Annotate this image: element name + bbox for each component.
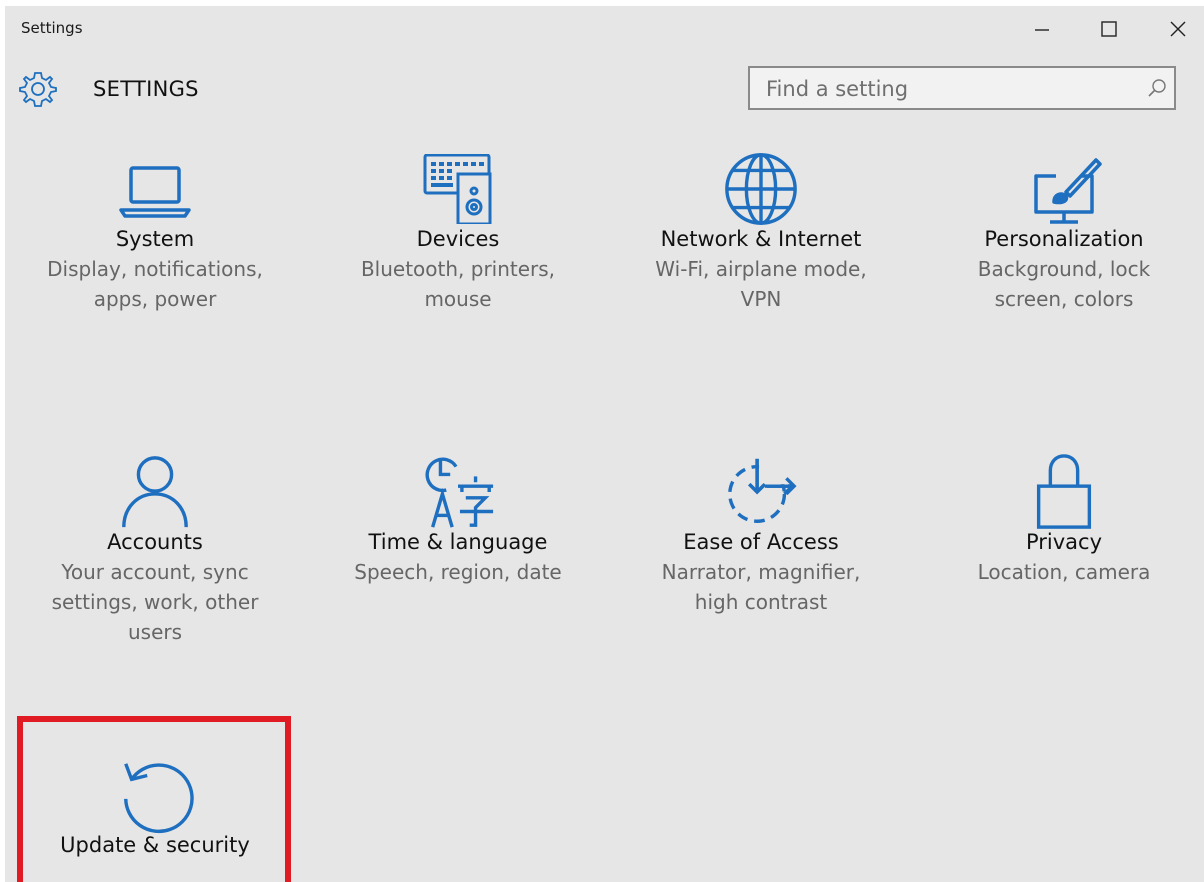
- maximize-icon: [1101, 21, 1117, 37]
- gear-icon: [19, 72, 57, 107]
- tile-title: Devices: [416, 227, 500, 251]
- tile-description: Narrator, magnifier, high contrast: [661, 560, 861, 614]
- tile-title: Personalization: [984, 227, 1144, 251]
- settings-window: Settings SETTINGS Find a setting System …: [5, 6, 1204, 882]
- person-icon: [122, 456, 188, 528]
- tile-devices[interactable]: Devices Bluetooth, printers, mouse: [318, 154, 598, 314]
- title-bar[interactable]: Settings: [5, 6, 1204, 52]
- tile-title: Accounts: [107, 530, 203, 554]
- settings-header: SETTINGS: [5, 62, 1204, 118]
- close-icon: [1170, 21, 1186, 37]
- tile-description: Location, camera: [977, 560, 1151, 584]
- close-button[interactable]: [1155, 6, 1201, 52]
- tile-time-language[interactable]: Time & language Speech, region, date: [318, 457, 598, 587]
- tile-description: Wi-Fi, airplane mode, VPN: [655, 257, 867, 311]
- globe-icon: [725, 153, 797, 225]
- personalization-icon: [1034, 158, 1102, 224]
- minimize-icon: [1035, 29, 1049, 31]
- search-box[interactable]: [748, 66, 1176, 110]
- tile-description: Your account, sync settings, work, other…: [51, 560, 259, 644]
- tile-description: Display, notifications, apps, power: [47, 257, 263, 311]
- lock-icon: [1036, 454, 1092, 529]
- tile-title: Privacy: [1025, 530, 1103, 554]
- tile-network[interactable]: Network & Internet Wi-Fi, airplane mode,…: [621, 153, 901, 314]
- tile-accounts[interactable]: Accounts Your account, sync settings, wo…: [15, 456, 295, 647]
- tile-title: Ease of Access: [683, 530, 839, 554]
- tile-title: System: [115, 227, 195, 251]
- window-title: Settings: [21, 19, 83, 37]
- tile-system[interactable]: System Display, notifications, apps, pow…: [15, 154, 295, 314]
- tile-description: Bluetooth, printers, mouse: [360, 257, 556, 311]
- tile-description: Background, lock screen, colors: [977, 257, 1151, 311]
- search-icon[interactable]: [1146, 77, 1168, 99]
- laptop-icon: [119, 166, 191, 218]
- ease-of-access-icon: [728, 458, 799, 523]
- tile-title: Network & Internet: [660, 227, 862, 251]
- search-input[interactable]: [750, 68, 1138, 110]
- time-language-icon: [425, 457, 494, 528]
- highlight-box: [17, 716, 291, 882]
- tile-privacy[interactable]: Privacy Location, camera: [924, 454, 1204, 587]
- tile-personalization[interactable]: Personalization Background, lock screen,…: [924, 154, 1204, 314]
- devices-icon: [423, 154, 492, 224]
- page-title: SETTINGS: [93, 77, 199, 101]
- tile-title: Time & language: [368, 530, 548, 554]
- tile-description: Speech, region, date: [354, 560, 562, 584]
- maximize-button[interactable]: [1086, 6, 1132, 52]
- minimize-button[interactable]: [1019, 6, 1065, 52]
- tile-ease-of-access[interactable]: Ease of Access Narrator, magnifier, high…: [621, 457, 901, 617]
